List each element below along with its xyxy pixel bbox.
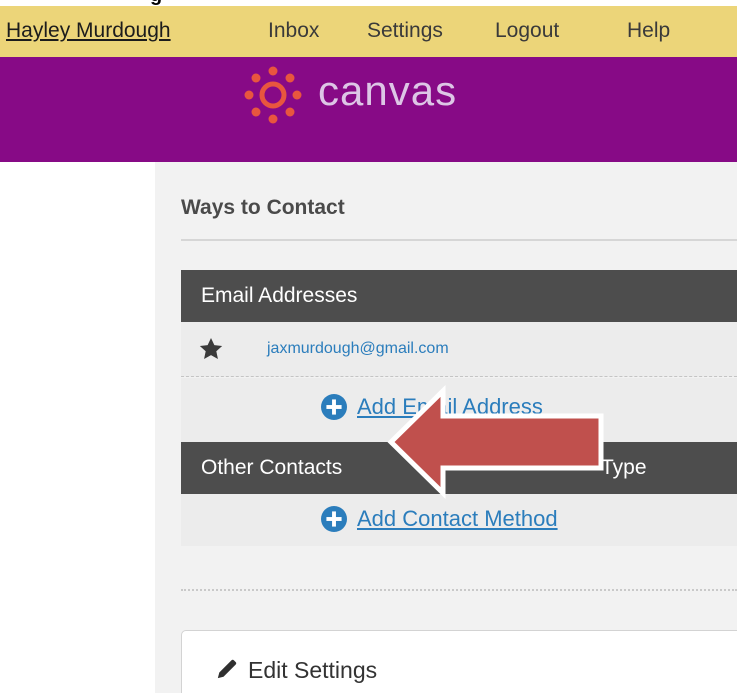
global-nav: Hayley Murdough Inbox Settings Logout He… [0,6,737,57]
email-row: jaxmurdough@gmail.com [181,322,737,377]
edit-settings-button[interactable]: Edit Settings [181,630,737,693]
canvas-logo-icon[interactable] [243,65,303,125]
dotted-divider [181,589,737,591]
logout-link[interactable]: Logout [495,19,559,43]
other-contacts-label: Other Contacts [201,456,343,479]
add-contact-method-button[interactable]: Add Contact Method [321,506,558,532]
canvas-wordmark[interactable]: canvas [318,67,457,115]
plus-circle-icon [321,506,347,532]
email-address-link[interactable]: jaxmurdough@gmail.com [267,340,449,358]
brand-header: canvas [0,57,737,162]
add-contact-row: Add Contact Method [181,494,737,546]
title-divider [181,239,737,241]
email-addresses-header: Email Addresses [181,270,737,322]
star-icon[interactable] [198,336,224,362]
user-name-link[interactable]: Hayley Murdough [6,19,171,43]
plus-circle-icon [321,394,347,420]
add-contact-method-label: Add Contact Method [357,506,558,531]
arrow-left-annotation [387,385,604,499]
email-addresses-label: Email Addresses [201,284,358,307]
section-title: Ways to Contact [181,196,345,219]
settings-link[interactable]: Settings [367,19,443,43]
edit-settings-label: Edit Settings [248,657,378,683]
inbox-link[interactable]: Inbox [268,19,319,43]
pencil-icon [217,659,237,679]
help-link[interactable]: Help [627,19,670,43]
